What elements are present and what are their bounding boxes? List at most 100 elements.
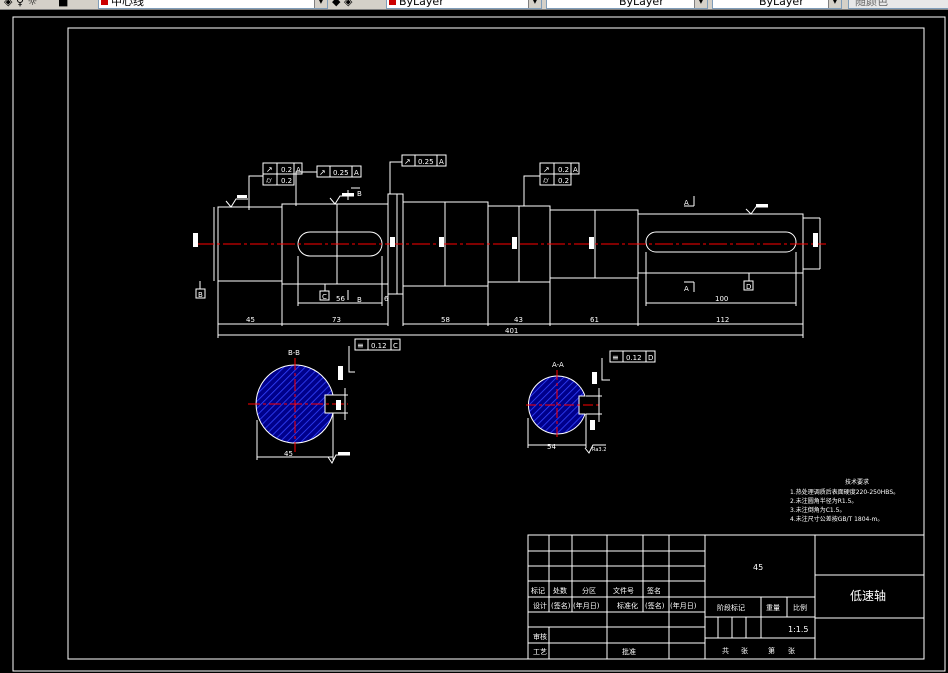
chevron-down-icon[interactable]: ▼ — [314, 0, 327, 8]
tb-part-name: 低速轴 — [850, 588, 886, 603]
tech-req-line-4: 4.未注尺寸公差按GB/T 1804-m。 — [790, 515, 883, 523]
tolerance-frame-3: ↗ 0.25 A — [401, 154, 447, 167]
tb-h2-4: (签名) — [645, 601, 665, 610]
tb-h1-3: 文件号 — [613, 586, 634, 595]
tol5-ref: C — [393, 342, 398, 350]
sheet-inner-border — [67, 27, 925, 660]
tb-h2-5: (年月日) — [670, 601, 697, 610]
chevron-down-icon[interactable]: ▼ — [528, 0, 541, 8]
runout-icon: ↗ — [543, 165, 550, 174]
linetype-combo[interactable]: ByLayer ▼ — [546, 0, 708, 9]
tb-approve: 批准 — [622, 647, 636, 656]
tb-unit2: 张 — [788, 646, 795, 655]
tol6: 0.12 — [626, 354, 642, 362]
layer-state-icon[interactable]: ◈ ♀ ☼ — [4, 0, 37, 8]
linetype-combo-value: ByLayer — [619, 0, 664, 8]
tol1-ref-a: A — [296, 166, 301, 174]
tech-req-line-3: 3.未注倒角为C1.5。 — [790, 506, 845, 514]
dim-54: 54 — [547, 443, 556, 451]
tb-h2-2: (年月日) — [573, 601, 600, 610]
svg-text:B: B — [198, 291, 203, 299]
tolerance-frame-6: ≡ 0.12 D — [609, 350, 656, 363]
tolerance-frame-2: ↗ 0.25 A — [316, 165, 362, 178]
circular-runout-icon: ↗ — [266, 165, 273, 174]
section-b-top: B — [357, 190, 362, 198]
symmetry-icon: ≡ — [357, 341, 364, 350]
red-swatch-icon — [389, 0, 396, 5]
dim-112: 112 — [716, 316, 729, 324]
tb-unit: 张 — [741, 646, 748, 655]
dim-100: 100 — [715, 295, 728, 303]
runout-icon: ↗ — [319, 168, 326, 177]
tb-h2-1: (签名) — [551, 601, 571, 610]
tb-h1-0: 标记 — [531, 586, 545, 595]
section-aa: A-A 54 Ra3.2 — [526, 358, 610, 454]
datum-c: C — [319, 284, 330, 301]
color-combo[interactable]: ByLayer ▼ — [386, 0, 542, 9]
tolerance-leaders — [248, 161, 540, 210]
dim-61: 61 — [590, 316, 599, 324]
tb-process: 工艺 — [533, 648, 547, 656]
tol1-b: 0.2 — [281, 177, 292, 185]
tol6-ref: D — [648, 354, 653, 362]
tb-sheet-no: 第 — [768, 646, 775, 655]
tech-req-line-2: 2.未注圆角半径为R1.5。 — [790, 497, 857, 505]
tb-h1-1: 处数 — [553, 586, 567, 595]
lineweight-value: ByLayer — [759, 0, 804, 8]
tb-stage-mark: 阶段标记 — [717, 603, 745, 612]
plotstyle-combo[interactable]: 随颜色 — [848, 0, 948, 9]
section-bb: B-B 45 — [248, 346, 355, 464]
dim-45: 45 — [246, 316, 255, 324]
tol3: 0.25 — [418, 158, 434, 166]
roughness-ra32: Ra3.2 — [592, 447, 606, 453]
layer-tools-icon[interactable]: ◆ ◈ — [332, 0, 352, 8]
dim-73: 73 — [332, 316, 341, 324]
section-a-bottom: A — [684, 285, 689, 293]
title-block-text: 标记 处数 分区 文件号 签名 设计 (签名) (年月日) 标准化 (签名) (… — [531, 563, 886, 656]
cylindricity-icon: ⌭ — [266, 176, 272, 185]
tol1-a: 0.2 — [281, 166, 292, 174]
technical-requirements: 技术要求 1.热处理调质后表面硬度220-250HBS。 2.未注圆角半径为R1… — [790, 478, 899, 523]
dim-section-45: 45 — [284, 450, 293, 458]
tolerance-frame-5: ≡ 0.12 C — [354, 338, 401, 351]
tb-weight: 重量 — [766, 604, 780, 612]
dim-43: 43 — [514, 316, 523, 324]
section-aa-label: A-A — [552, 361, 564, 369]
tb-review: 审核 — [533, 632, 547, 641]
symmetry-icon: ≡ — [612, 353, 619, 362]
dim-401: 401 — [505, 327, 518, 335]
svg-text:D: D — [746, 283, 751, 291]
color-value: ByLayer — [399, 0, 444, 8]
tol4-a: 0.2 — [558, 166, 569, 174]
drawing-canvas[interactable]: 0.2 A 0.2 ↗ ⌭ ↗ 0.25 A ↗ 0.25 A ↗ ⌭ 0.2 … — [0, 10, 948, 673]
runout-icon: ↗ — [404, 157, 411, 166]
red-swatch-icon — [101, 0, 108, 5]
tb-material: 45 — [753, 563, 763, 572]
tech-req-title: 技术要求 — [845, 478, 869, 486]
properties-toolbar: ◈ ♀ ☼ ■ 中心线 ▼ ◆ ◈ ByLayer ▼ ByLayer ▼ By… — [0, 0, 948, 10]
tol4-ref-a: A — [573, 166, 578, 174]
cylindricity-icon: ⌭ — [543, 176, 549, 185]
tol5: 0.12 — [371, 342, 387, 350]
tol2-ref: A — [354, 169, 359, 177]
linetype-layer-combo[interactable]: 中心线 ▼ — [98, 0, 328, 9]
tech-req-line-1: 1.热处理调质后表面硬度220-250HBS。 — [790, 488, 899, 496]
datum-b: B — [195, 281, 206, 299]
tol4-b: 0.2 — [558, 177, 569, 185]
section-a-top: A — [684, 199, 689, 207]
color-square-icon: ■ — [58, 0, 69, 8]
tb-scale: 1:1.5 — [788, 625, 809, 634]
dim-56: 56 — [336, 295, 345, 303]
tb-h1-2: 分区 — [582, 586, 596, 595]
chevron-down-icon[interactable]: ▼ — [694, 0, 707, 8]
chevron-down-icon[interactable]: ▼ — [828, 0, 841, 8]
tb-h1-4: 签名 — [647, 586, 661, 595]
diameter-marks — [193, 233, 818, 249]
lineweight-combo[interactable]: ByLayer ▼ — [712, 0, 842, 9]
linetype-value: 中心线 — [111, 0, 144, 8]
tb-h2-3: 标准化 — [617, 601, 638, 610]
datum-d: D — [743, 273, 754, 291]
dim-6: 6 — [384, 295, 389, 303]
tb-h2-0: 设计 — [533, 601, 547, 610]
section-bb-label: B-B — [288, 349, 300, 357]
